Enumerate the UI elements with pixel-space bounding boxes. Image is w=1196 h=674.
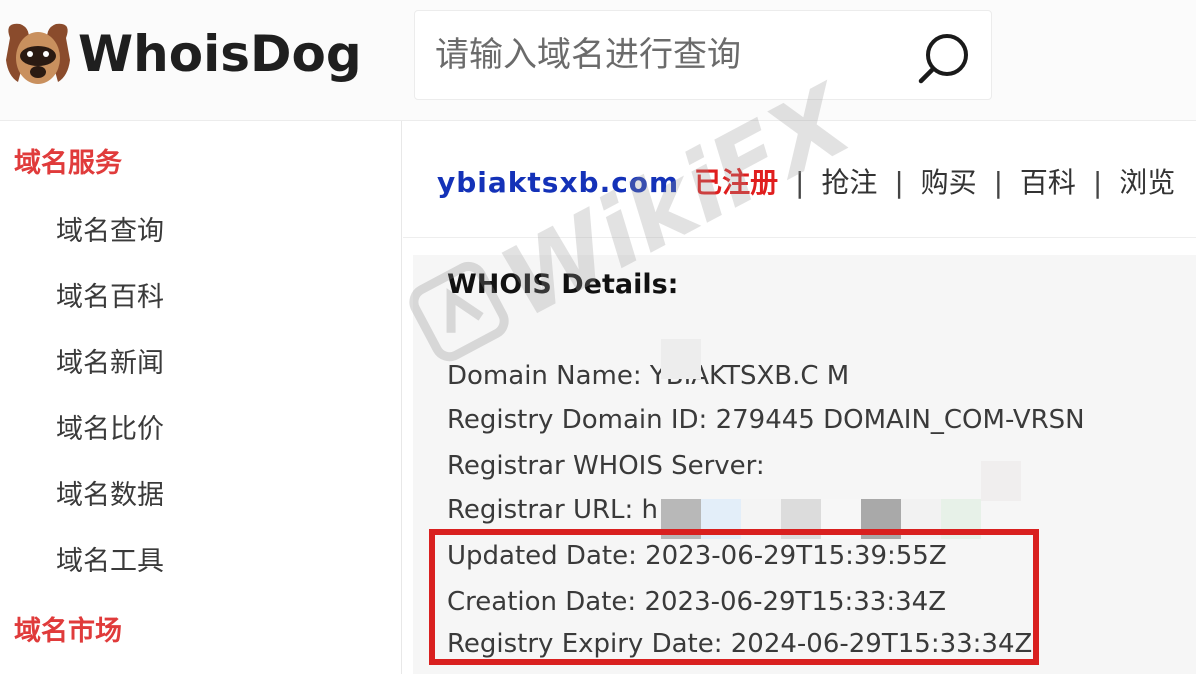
- sidebar-category-domain-market[interactable]: 域名市场: [14, 609, 122, 648]
- sidebar-item-domain-tools[interactable]: 域名工具: [56, 539, 164, 578]
- main-content: ybiaktsxb.com 已注册 | 抢注 | 购买 | 百科 | 浏览 WH…: [403, 121, 1196, 674]
- divider: [403, 237, 1196, 238]
- sidebar-item-domain-wiki[interactable]: 域名百科: [56, 275, 164, 314]
- whois-registry-domain-id: Registry Domain ID: 279445 DOMAIN_COM-VR…: [447, 405, 1085, 435]
- logo[interactable]: WhoisDog: [2, 14, 362, 94]
- action-snap-register[interactable]: 抢注: [821, 166, 877, 199]
- search-box: [414, 10, 992, 100]
- search-icon[interactable]: [915, 31, 973, 89]
- separator: |: [993, 166, 1004, 199]
- action-browse[interactable]: 浏览: [1119, 166, 1175, 199]
- sidebar-category-domain-services[interactable]: 域名服务: [14, 141, 122, 180]
- action-wiki[interactable]: 百科: [1020, 166, 1076, 199]
- domain-link[interactable]: ybiaktsxb.com: [437, 166, 679, 199]
- logo-text: WhoisDog: [78, 25, 362, 83]
- whois-title: WHOIS Details:: [447, 269, 679, 300]
- status-badge: 已注册: [694, 166, 779, 199]
- header: WhoisDog: [0, 0, 1196, 121]
- separator: |: [1092, 166, 1103, 199]
- separator: |: [894, 166, 904, 199]
- sidebar-item-domain-query[interactable]: 域名查询: [56, 209, 164, 248]
- date-highlight-box: [429, 529, 1039, 665]
- whois-registrar-whois-server: Registrar WHOIS Server:: [447, 451, 765, 481]
- sidebar-item-domain-news[interactable]: 域名新闻: [56, 341, 164, 380]
- search-input[interactable]: [435, 29, 905, 81]
- sidebar-item-domain-data[interactable]: 域名数据: [56, 473, 164, 512]
- dog-logo-icon: [6, 23, 70, 84]
- sidebar-item-domain-price-compare[interactable]: 域名比价: [56, 407, 164, 446]
- whois-domain-name: Domain Name: YBIAKTSXB.C M: [447, 361, 850, 391]
- whois-registrar-url: Registrar URL: h: [447, 495, 659, 525]
- sidebar: 域名服务 域名查询 域名百科 域名新闻 域名比价 域名数据 域名工具 域名市场: [0, 121, 402, 674]
- result-line: ybiaktsxb.com 已注册 | 抢注 | 购买 | 百科 | 浏览: [437, 161, 1175, 201]
- action-buy[interactable]: 购买: [921, 166, 977, 199]
- separator: |: [795, 166, 805, 199]
